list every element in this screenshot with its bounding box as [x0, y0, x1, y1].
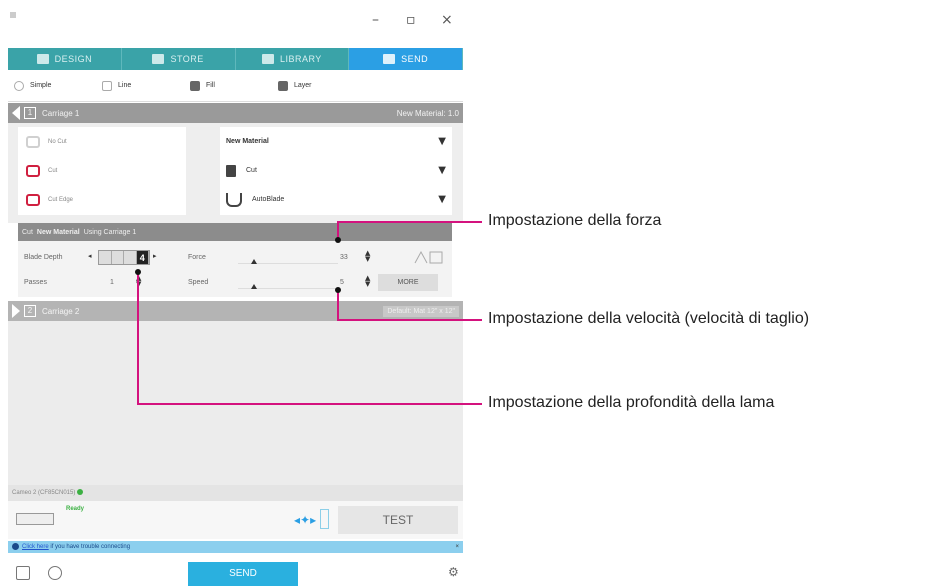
passes-value: 1 — [110, 279, 114, 286]
line-icon — [102, 80, 112, 91]
device-status-label: Cameo 2 (CF85CN015) — [8, 485, 463, 501]
more-button[interactable]: MORE — [378, 274, 438, 291]
mode-fill[interactable]: Fill — [184, 80, 272, 91]
autoblade-icon — [226, 192, 242, 207]
blade-depth-value: 4 — [136, 251, 149, 264]
store-icon — [152, 54, 165, 64]
test-button[interactable]: TEST — [338, 506, 458, 534]
minimize-button[interactable]: – — [372, 12, 379, 28]
design-icon — [36, 54, 49, 64]
blade-depth-increase-button[interactable]: ▸ — [153, 253, 157, 260]
library-icon — [261, 54, 274, 64]
material-selectors: New Material ▼ Cut ▼ AutoBlade ▼ — [220, 127, 452, 215]
main-tabs: DESIGN STORE LIBRARY SEND — [8, 48, 463, 70]
bottom-toolbar: SEND ⚙ — [8, 560, 463, 586]
empty-panel — [8, 321, 463, 485]
close-button[interactable]: × — [441, 12, 453, 28]
fill-icon — [190, 80, 200, 91]
tab-library[interactable]: LIBRARY — [236, 48, 350, 70]
send-button[interactable]: SEND — [188, 562, 298, 586]
carriage-1-header[interactable]: 1 Carriage 1 New Material: 1.0 — [8, 103, 463, 123]
silhouette-studio-window: – ▫ × DESIGN STORE LIBRARY SEND Simple L… — [8, 0, 463, 586]
mode-line[interactable]: Line — [96, 80, 184, 91]
tutorial-icon[interactable] — [48, 566, 62, 580]
action-no-cut[interactable]: No Cut — [18, 127, 186, 156]
force-value: 33 — [340, 254, 348, 261]
cut-tool-icon — [226, 164, 236, 177]
mode-layer[interactable]: Layer — [272, 80, 360, 91]
print-icon[interactable] — [16, 566, 30, 580]
feed-checkbox[interactable] — [320, 509, 329, 529]
material-select[interactable]: New Material ▼ — [220, 127, 452, 156]
speed-stepper[interactable]: ▲ ▼ — [365, 275, 370, 288]
send-icon — [383, 54, 396, 64]
chevron-down-icon: ▼ — [438, 165, 446, 176]
device-status-bar: Ready ◂✦▸ TEST — [8, 501, 463, 539]
connection-help-bar: Click here if you have trouble connectin… — [8, 541, 463, 553]
chevron-down-icon: ▼ — [438, 194, 446, 205]
send-mode-bar: Simple Line Fill Layer — [8, 70, 463, 102]
action-select[interactable]: Cut ▼ — [220, 156, 452, 185]
restore-button[interactable]: ▫ — [406, 12, 416, 28]
cut-settings-header: Cut New Material Using Carriage 1 — [18, 223, 452, 241]
chevron-down-icon: ▼ — [438, 136, 446, 147]
passes-stepper[interactable]: ▲ ▼ — [136, 275, 141, 288]
move-arrows-icon[interactable]: ◂✦▸ — [294, 513, 316, 527]
expand-arrow-icon[interactable] — [12, 304, 20, 318]
speed-value: 5 — [340, 279, 344, 286]
cut-parameters: Blade Depth ◂ 4 ▸ Passes 1 ▲ ▼ Force 33 ▲… — [18, 241, 452, 297]
force-label: Force — [188, 254, 206, 261]
tool-preview-icon — [414, 250, 443, 264]
collapse-arrow-icon[interactable] — [12, 106, 20, 120]
no-cut-icon — [26, 135, 40, 148]
cut-edge-icon — [26, 193, 40, 206]
carriage-label: Carriage 2 — [42, 306, 80, 316]
speed-slider-handle[interactable] — [251, 284, 257, 289]
help-link[interactable]: Click here — [22, 544, 49, 550]
passes-label: Passes — [24, 279, 47, 286]
blade-depth-selector[interactable]: 4 — [98, 250, 150, 265]
window-controls: – ▫ × — [8, 0, 463, 40]
tab-design[interactable]: DESIGN — [8, 48, 122, 70]
carriage-number: 2 — [24, 305, 36, 317]
cut-icon — [26, 164, 40, 177]
dismiss-icon[interactable]: × — [455, 541, 459, 553]
mode-simple[interactable]: Simple — [8, 80, 96, 91]
force-stepper[interactable]: ▲ ▼ — [365, 250, 370, 263]
carriage-number: 1 — [24, 107, 36, 119]
carriage-material-summary: Default: Mat 12" x 12" — [383, 305, 459, 317]
action-cut[interactable]: Cut — [18, 156, 186, 185]
connected-icon — [77, 489, 84, 496]
app-icon — [10, 12, 16, 18]
tool-select[interactable]: AutoBlade ▼ — [220, 185, 452, 214]
speed-label: Speed — [188, 279, 209, 286]
carriage-1-settings: No Cut Cut Cut Edge New Material ▼ Cut ▼ A… — [8, 123, 463, 223]
action-list: No Cut Cut Cut Edge — [18, 127, 186, 215]
blade-depth-decrease-button[interactable]: ◂ — [88, 253, 92, 260]
tab-send[interactable]: SEND — [349, 48, 463, 70]
force-slider-handle[interactable] — [251, 259, 257, 264]
carriage-label: Carriage 1 — [42, 108, 80, 118]
layer-icon — [278, 80, 288, 91]
action-cut-edge[interactable]: Cut Edge — [18, 185, 186, 214]
info-icon — [12, 542, 19, 550]
blade-depth-label: Blade Depth — [24, 254, 63, 261]
radio-icon — [14, 80, 24, 91]
carriage-material-summary: New Material: 1.0 — [396, 108, 459, 118]
callout-speed: Impostazione della velocità (velocità di… — [488, 310, 810, 327]
cutter-machine-icon — [16, 513, 54, 525]
tab-store[interactable]: STORE — [122, 48, 236, 70]
callout-blade-depth: Impostazione della profondità della lama — [488, 394, 775, 411]
ready-status: Ready — [66, 506, 85, 512]
callout-force: Impostazione della forza — [488, 212, 662, 229]
gear-icon[interactable]: ⚙ — [448, 565, 459, 579]
carriage-2-header[interactable]: 2 Carriage 2 Default: Mat 12" x 12" — [8, 301, 463, 321]
